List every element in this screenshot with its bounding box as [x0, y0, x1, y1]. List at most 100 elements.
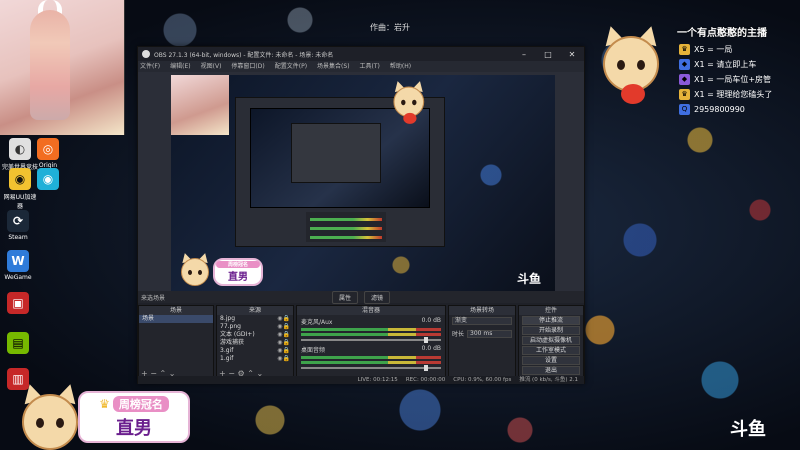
obs-logo-icon — [142, 50, 150, 58]
obs-window[interactable]: OBS 27.1.3 (64-bit, windows) - 配置文件: 未命名… — [137, 46, 585, 384]
uu-booster-icon: ◉ — [9, 168, 31, 190]
streamer-figure — [30, 10, 70, 120]
perfect-world-icon: ◐ — [9, 138, 31, 160]
desktop-icon-origin[interactable]: ◎ Origin — [30, 138, 66, 169]
crown-badge-overlay: ♛ 周榜冠名 直男 — [14, 381, 190, 450]
perk-item: ♛ X1 = 理理给您磕头了 — [679, 87, 772, 102]
scenes-panel: 场景 场景 + − ⌃ ⌄ — [138, 305, 214, 380]
source-item[interactable]: 游戏捕获 ◉🔒 — [217, 339, 293, 347]
obs-menubar: 文件(F) 编辑(E) 视图(V) 停靠窗口(D) 配置文件(P) 场景集合(S… — [138, 61, 584, 72]
dock-tabs: 属性 滤镜 — [138, 290, 584, 304]
menu-scene-collection[interactable]: 场景集合(S) — [317, 61, 350, 72]
gem-icon: ◆ — [679, 74, 690, 85]
sources-panel: 来源 8.jpg ◉🔒 77.png ◉🔒 文本 (GDI+) ◉🔒 游戏捕获 ◉🔒 3… — [216, 305, 294, 380]
obs-window-title: OBS 27.1.3 (64-bit, windows) - 配置文件: 未命名… — [154, 51, 334, 59]
volume-slider[interactable] — [301, 365, 441, 371]
preview-overlay-mini — [389, 79, 489, 131]
mixer-channel-desktop: 桌面音频 0.0 dB — [297, 343, 445, 371]
perk-item: ◆ X1 = 请立即上车 — [679, 57, 772, 72]
song-credit: 作曲：岩升 — [370, 23, 410, 32]
visibility-icon[interactable]: ◉🔒 — [277, 355, 290, 363]
menu-view[interactable]: 视图(V) — [201, 61, 222, 72]
apple-icon — [621, 84, 645, 104]
menu-file[interactable]: 文件(F) — [140, 61, 160, 72]
maximize-button[interactable]: □ — [536, 50, 560, 59]
start-recording-button[interactable]: 开始录制 — [522, 326, 580, 335]
obs-titlebar[interactable]: OBS 27.1.3 (64-bit, windows) - 配置文件: 未命名… — [138, 47, 584, 61]
visibility-icon[interactable]: ◉🔒 — [277, 323, 290, 331]
mascot-girl-icon — [389, 79, 428, 126]
crown-badge-name: 直男 — [116, 418, 152, 439]
obs-preview-canvas[interactable]: 周榜冠名 直男 斗鱼 — [171, 75, 555, 291]
visibility-icon[interactable]: ◉🔒 — [277, 347, 290, 355]
exit-button[interactable]: 退出 — [522, 366, 580, 375]
obs-statusbar: LIVE: 00:12:15 REC: 00:00:00 CPU: 0.9%, … — [138, 376, 584, 384]
nvidia-icon: ▤ — [7, 332, 29, 354]
transition-select[interactable]: 渐变 — [452, 317, 512, 325]
audio-mixer-panel: 混音器 麦克风/Aux 0.0 dB 桌面音频 0.0 dB — [296, 305, 446, 380]
red-app-icon: ▣ — [7, 292, 29, 314]
transitions-panel: 场景转场 渐变 时长 300 ms — [448, 305, 516, 380]
menu-tools[interactable]: 工具(T) — [360, 61, 380, 72]
stop-streaming-button[interactable]: 停止推流 — [522, 316, 580, 325]
desktop-icon-wegame[interactable]: W WeGame — [0, 250, 36, 281]
preview-crown-badge: 周榜冠名 直男 — [177, 251, 263, 291]
audio-meter — [301, 356, 441, 359]
source-item[interactable]: 1.gif ◉🔒 — [217, 355, 293, 363]
start-virtual-camera-button[interactable]: 启动虚拟摄像机 — [522, 336, 580, 345]
gem-icon: ◆ — [679, 59, 690, 70]
crown-badge-title: 周榜冠名 — [112, 396, 169, 412]
source-item[interactable]: 8.jpg ◉🔒 — [217, 315, 293, 323]
duration-input[interactable]: 300 ms — [467, 329, 512, 338]
perk-item: ◆ X1 = 一局车位+房管 — [679, 72, 772, 87]
source-item[interactable]: 文本 (GDI+) ◉🔒 — [217, 331, 293, 339]
audio-meter — [301, 333, 441, 336]
source-item[interactable]: 77.png ◉🔒 — [217, 323, 293, 331]
stream-overlay-panel: 一个有点憨憨的主播 ♛ X5 = 一局 ◆ X1 = 请立即上车 ◆ X1 = 一局车… — [585, 12, 800, 122]
menu-help[interactable]: 帮助(H) — [390, 61, 411, 72]
desktop-icon-uu-booster-2[interactable]: ◉ — [30, 168, 66, 192]
douyu-watermark-logo: 斗鱼 — [730, 419, 766, 440]
uu-booster-alt-icon: ◉ — [37, 168, 59, 190]
audio-meter — [301, 328, 441, 331]
visibility-icon[interactable]: ◉🔒 — [277, 331, 290, 339]
crown-icon: ♛ — [679, 44, 690, 55]
menu-docks[interactable]: 停靠窗口(D) — [231, 61, 264, 72]
settings-button[interactable]: 设置 — [522, 356, 580, 365]
origin-icon: ◎ — [37, 138, 59, 160]
douyu-logo: 斗鱼 — [516, 272, 541, 286]
perk-item: ♛ X5 = 一局 — [679, 42, 772, 57]
crown-icon: ♛ — [679, 89, 690, 100]
preview-webcam — [171, 75, 229, 135]
close-button[interactable]: ✕ — [560, 50, 584, 59]
scene-item[interactable]: 场景 — [139, 315, 213, 323]
filters-button[interactable]: 滤镜 — [364, 290, 391, 304]
controls-panel: 控件 停止推流 开始录制 启动虚拟摄像机 工作室模式 设置 退出 — [518, 305, 584, 380]
desktop-icon-app-red[interactable]: ▣ — [0, 292, 36, 316]
crown-icon: ♛ — [99, 397, 110, 411]
wegame-icon: W — [7, 250, 29, 272]
steam-icon: ⟳ — [7, 210, 29, 232]
desktop-icon-steam[interactable]: ⟳ Steam — [0, 210, 36, 241]
audio-meter — [301, 361, 441, 364]
qq-icon: Q — [679, 104, 690, 115]
menu-profile[interactable]: 配置文件(P) — [275, 61, 307, 72]
volume-slider[interactable] — [301, 337, 441, 343]
mascot-girl-icon — [14, 381, 84, 450]
overlay-title: 一个有点憨憨的主播 — [677, 28, 767, 39]
minimize-button[interactable]: – — [512, 50, 536, 59]
desktop-icon-nvidia[interactable]: ▤ — [0, 332, 36, 356]
obs-dock: 来选场景 属性 滤镜 场景 场景 + − ⌃ ⌄ 来源 8.jpg ◉🔒 77.p… — [138, 290, 584, 384]
perk-list: ♛ X5 = 一局 ◆ X1 = 请立即上车 ◆ X1 = 一局车位+房管 ♛ X1 =… — [679, 42, 772, 117]
properties-button[interactable]: 属性 — [331, 290, 358, 304]
visibility-icon[interactable]: ◉🔒 — [277, 315, 290, 323]
menu-edit[interactable]: 编辑(E) — [170, 61, 190, 72]
studio-mode-button[interactable]: 工作室模式 — [522, 346, 580, 355]
visibility-icon[interactable]: ◉🔒 — [277, 339, 290, 347]
mascot-girl-icon — [595, 23, 665, 108]
mascot-girl-icon — [177, 251, 210, 286]
source-item[interactable]: 3.gif ◉🔒 — [217, 347, 293, 355]
mixer-channel-mic: 麦克风/Aux 0.0 dB — [297, 315, 445, 343]
qq-number: Q 2959800990 — [679, 102, 772, 117]
selected-scene-label: 来选场景 — [141, 295, 166, 302]
